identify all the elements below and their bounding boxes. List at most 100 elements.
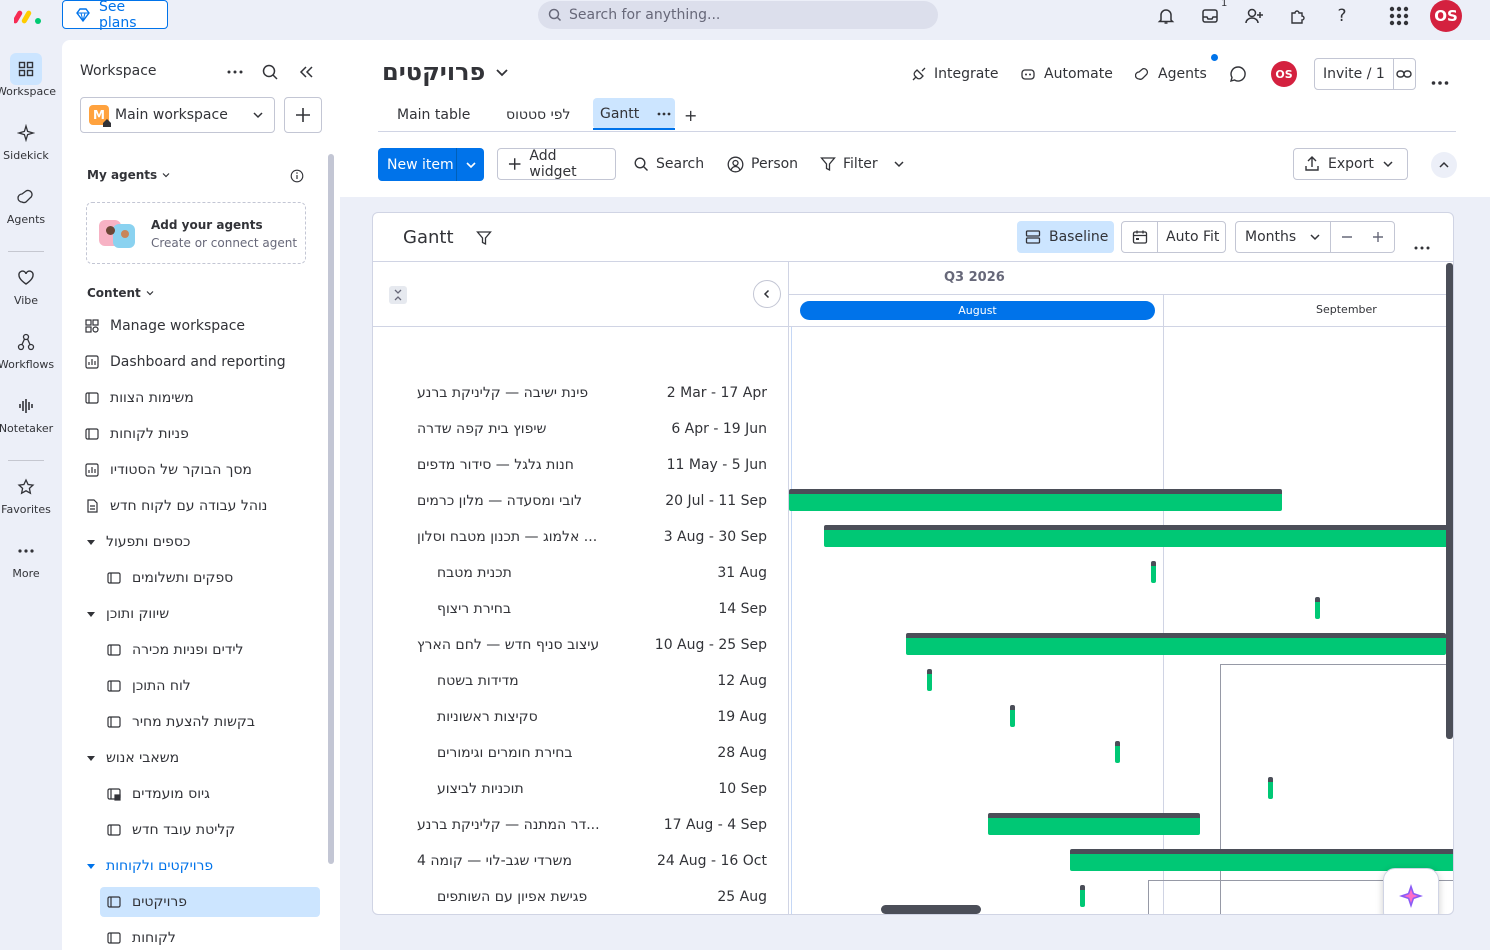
workspace-selector[interactable]: M Main workspace: [80, 97, 275, 133]
add-agents-card[interactable]: Add your agents Create or connect agent: [86, 202, 306, 264]
copy-link-icon[interactable]: [1394, 68, 1415, 80]
collapse-sidebar-icon[interactable]: [298, 64, 314, 84]
apps-grid-icon[interactable]: [1388, 5, 1410, 27]
zoom-in-icon[interactable]: [1362, 231, 1394, 243]
gantt-bar[interactable]: [905, 633, 1447, 655]
user-avatar[interactable]: OS: [1430, 0, 1462, 32]
gantt-row[interactable]: בחירת חומרים וגימורים 28 Aug: [437, 735, 767, 771]
person-filter-button[interactable]: Person: [727, 149, 798, 179]
agents-button[interactable]: Agents: [1135, 59, 1207, 89]
sidebar-item[interactable]: Dashboard and reporting: [84, 347, 324, 377]
gantt-milestone[interactable]: [1315, 597, 1320, 619]
comment-icon[interactable]: [1229, 65, 1247, 87]
sidebar-scrollbar[interactable]: [328, 154, 334, 864]
collapse-all-icon[interactable]: [389, 286, 407, 304]
see-plans-button[interactable]: See plans: [62, 0, 168, 31]
rail-vibe[interactable]: Vibe: [0, 262, 52, 307]
more-icon[interactable]: [227, 64, 243, 84]
zoom-out-icon[interactable]: [1331, 231, 1363, 243]
rail-workflows[interactable]: Workflows: [0, 326, 54, 371]
gantt-row[interactable]: תכנית מטבח 31 Aug: [437, 555, 767, 591]
info-icon[interactable]: [290, 168, 304, 187]
gantt-bar[interactable]: [789, 489, 1282, 511]
baseline-toggle[interactable]: Baseline: [1017, 221, 1114, 253]
gantt-row[interactable]: ...דר המתנה — קליניקת ברנע 17 Aug - 4 Sep: [417, 807, 767, 843]
sidebar-item[interactable]: לוח התוכן: [106, 671, 340, 701]
caret-down-icon[interactable]: [86, 537, 96, 547]
sidebar-item[interactable]: לקוחות: [106, 923, 340, 950]
sidebar-item[interactable]: לידים ופניות מכירה: [106, 635, 340, 665]
tab-gantt[interactable]: Gantt: [593, 98, 675, 129]
sidebar-item[interactable]: כספים ותפעול: [86, 527, 326, 557]
sidebar-item[interactable]: גיוס מועמדים: [106, 779, 340, 809]
gantt-row[interactable]: חנות גלגל — סידור מדפים 11 May - 5 Jun: [417, 447, 767, 483]
gantt-milestone[interactable]: [927, 669, 933, 691]
gantt-row[interactable]: פגישת אפיון עם השותפים 25 Aug: [437, 879, 767, 914]
add-button[interactable]: [284, 97, 322, 133]
sidebar-item[interactable]: מסך הבוקר של הסטודיו: [84, 455, 324, 485]
ai-assistant-button[interactable]: [1383, 868, 1439, 914]
board-title-block[interactable]: פרויקטים: [382, 58, 509, 86]
rail-sidekick[interactable]: Sidekick: [0, 117, 52, 162]
scroll-back-button[interactable]: [753, 280, 781, 308]
gantt-milestone[interactable]: [1150, 561, 1156, 583]
gantt-row[interactable]: לובי ומסעדה — מלון כרמים 20 Jul - 11 Sep: [417, 483, 767, 519]
gantt-row[interactable]: מדידות בשטח 12 Aug: [437, 663, 767, 699]
sidebar-item[interactable]: קליטת עובד חדש: [106, 815, 340, 845]
sidebar-item[interactable]: משימות הצוות: [84, 383, 324, 413]
gantt-row[interactable]: עיצוב סניף חדש — לחם הארץ 10 Aug - 25 Sep: [417, 627, 767, 663]
member-avatar[interactable]: OS: [1271, 61, 1297, 87]
bell-icon[interactable]: [1155, 5, 1177, 27]
rail-more[interactable]: More: [0, 535, 52, 580]
calendar-icon[interactable]: [1122, 222, 1158, 252]
global-search-input[interactable]: Search for anything...: [538, 1, 938, 29]
rail-workspace[interactable]: Workspace: [0, 53, 56, 98]
gantt-milestone[interactable]: [1080, 885, 1085, 907]
add-widget-button[interactable]: Add widget: [497, 148, 616, 180]
add-view-button[interactable]: +: [684, 100, 697, 130]
gantt-bar[interactable]: [823, 525, 1453, 547]
tab-by-status[interactable]: לפי סטטוס: [506, 100, 570, 130]
gantt-row[interactable]: תוכניות לביצוע 10 Sep: [437, 771, 767, 807]
gantt-row[interactable]: פינת ישיבה — קליניקת ברנע 2 Mar - 17 Apr: [417, 375, 767, 411]
auto-fit-button[interactable]: Auto Fit: [1158, 229, 1219, 245]
sidebar-item[interactable]: פרויקטים ולקוחות: [86, 851, 326, 881]
more-icon[interactable]: [1414, 235, 1430, 254]
more-icon[interactable]: [657, 112, 671, 116]
more-icon[interactable]: [1431, 71, 1449, 90]
inbox-icon[interactable]: [1199, 5, 1221, 27]
gantt-row[interactable]: ... אלמוג — תכנון מטבח וסלון 3 Aug - 30 S…: [417, 519, 767, 555]
gantt-bar[interactable]: [988, 813, 1200, 835]
rail-agents[interactable]: Agents: [0, 181, 52, 226]
help-icon[interactable]: ?: [1331, 5, 1353, 27]
sidebar-item[interactable]: משאבי אנוש: [86, 743, 326, 773]
rail-favorites[interactable]: Favorites: [0, 471, 52, 516]
integrate-button[interactable]: Integrate: [911, 59, 998, 89]
export-button[interactable]: Export: [1293, 148, 1408, 180]
search-button[interactable]: Search: [634, 149, 704, 179]
monday-logo[interactable]: [14, 6, 44, 26]
chevron-down-icon[interactable]: [457, 159, 484, 171]
caret-down-icon[interactable]: [86, 861, 96, 871]
horizontal-scrollbar[interactable]: [881, 905, 981, 914]
gantt-row[interactable]: בחירת ריצוף 14 Sep: [437, 591, 767, 627]
gantt-milestone[interactable]: [1268, 777, 1273, 799]
sidebar-item[interactable]: פניות לקוחות: [84, 419, 324, 449]
sidebar-item[interactable]: פרויקטים: [100, 887, 320, 917]
zoom-select[interactable]: Months: [1236, 222, 1331, 252]
invite-user-icon[interactable]: [1243, 5, 1265, 27]
gantt-milestone[interactable]: [1115, 741, 1121, 763]
my-agents-section[interactable]: My agents: [87, 168, 170, 182]
content-section[interactable]: Content: [87, 286, 154, 300]
gantt-row[interactable]: משרדי שגב-לוי — קומה 4 24 Aug - 16 Oct: [417, 843, 767, 879]
filter-button[interactable]: Filter: [820, 149, 905, 179]
collapse-header-icon[interactable]: [1431, 152, 1457, 178]
invite-button[interactable]: Invite / 1: [1315, 59, 1394, 89]
sidebar-item[interactable]: נוהל עבודה עם לקוח חדש: [84, 491, 324, 521]
sidebar-item[interactable]: ספקים ותשלומים: [106, 563, 340, 593]
sidebar-item[interactable]: בקשות להצעת מחיר: [106, 707, 340, 737]
puzzle-icon[interactable]: [1287, 5, 1309, 27]
sidebar-item[interactable]: Manage workspace: [84, 311, 324, 341]
new-item-button[interactable]: New item: [378, 148, 484, 181]
search-icon[interactable]: [262, 64, 279, 85]
